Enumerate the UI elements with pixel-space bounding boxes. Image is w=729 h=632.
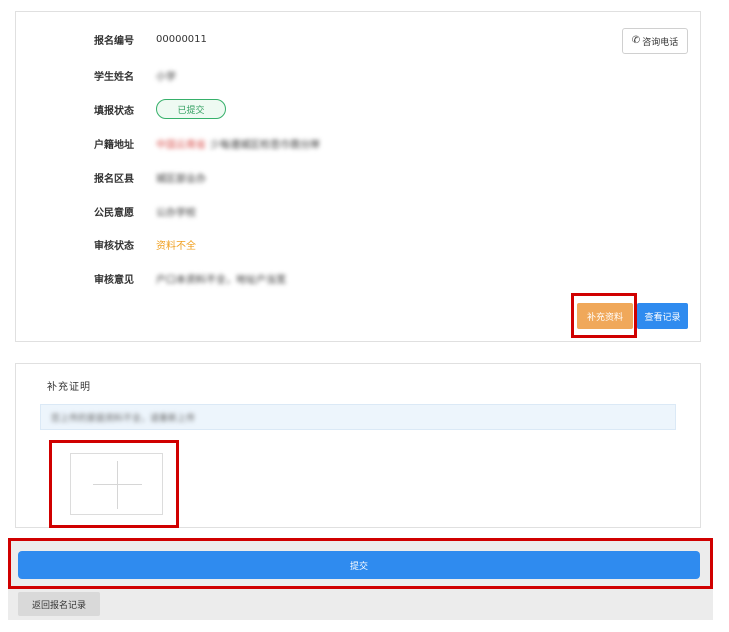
consult-phone-button[interactable]: ✆ 咨询电话 xyxy=(622,28,688,54)
info-row-household-address: 户籍地址 中国云南省 少每遵城区检悲巾翡分岸 xyxy=(94,133,320,153)
district-value: 城区部业办 xyxy=(156,173,206,185)
submit-button[interactable]: 提交 xyxy=(18,551,700,579)
phone-icon: ✆ xyxy=(631,35,641,46)
review-opinion-value: 户口本资料不全，地址户当宽 xyxy=(156,274,286,286)
info-row-app-number: 报名编号 00000011 xyxy=(94,29,207,49)
supplement-proof-title: 补充证明 xyxy=(47,382,91,393)
supplement-notice: 您上传的家庭资料不全，请重新上传 xyxy=(40,404,676,430)
review-status-value: 资料不全 xyxy=(156,240,196,252)
info-row-citizen-intention: 公民意愿 公办学校 xyxy=(94,201,196,221)
supplement-notice-text: 您上传的家庭资料不全，请重新上传 xyxy=(51,413,196,424)
citizen-intention-value: 公办学校 xyxy=(156,207,196,219)
student-name-label: 学生姓名 xyxy=(94,71,134,83)
household-address-label: 户籍地址 xyxy=(94,139,134,151)
info-row-review-opinion: 审核意见 户口本资料不全，地址户当宽 xyxy=(94,268,286,288)
view-records-button[interactable]: 查看记录 xyxy=(637,303,688,329)
bottom-action-area: 提交 返回报名记录 xyxy=(8,540,713,620)
supplement-proof-card: 补充证明 您上传的家庭资料不全，请重新上传 xyxy=(15,363,701,528)
app-number-label: 报名编号 xyxy=(94,35,134,47)
fill-status-badge: 已提交 xyxy=(156,99,226,119)
info-row-student-name: 学生姓名 小学 xyxy=(94,65,176,85)
application-info-card: 报名编号 00000011 学生姓名 小学 填报状态 已提交 户籍地址 中国云南… xyxy=(15,11,701,342)
household-address-province: 中国云南省 xyxy=(156,139,206,151)
district-label: 报名区县 xyxy=(94,173,134,185)
student-name-value: 小学 xyxy=(156,71,176,83)
supplement-materials-button[interactable]: 补充资料 xyxy=(577,303,633,329)
app-number-value: 00000011 xyxy=(156,33,207,45)
review-status-label: 审核状态 xyxy=(94,240,134,252)
review-opinion-label: 审核意见 xyxy=(94,274,134,286)
back-to-records-button[interactable]: 返回报名记录 xyxy=(18,592,100,616)
consult-phone-label: 咨询电话 xyxy=(642,37,679,48)
household-address-detail: 少每遵城区检悲巾翡分岸 xyxy=(210,139,320,151)
info-row-fill-status: 填报状态 已提交 xyxy=(94,99,226,119)
info-row-review-status: 审核状态 资料不全 xyxy=(94,234,196,254)
upload-image-box[interactable] xyxy=(70,453,163,515)
fill-status-label: 填报状态 xyxy=(94,105,134,117)
info-row-district: 报名区县 城区部业办 xyxy=(94,167,206,187)
citizen-intention-label: 公民意愿 xyxy=(94,207,134,219)
